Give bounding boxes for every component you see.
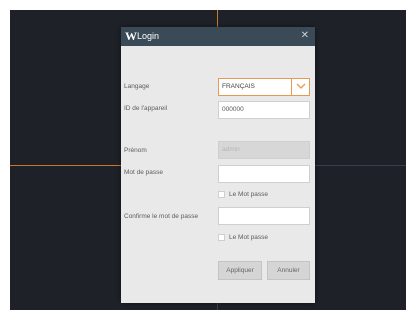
cancel-button[interactable]: Annuler (267, 261, 310, 280)
language-select-value: FRANÇAIS (222, 83, 255, 90)
logo-icon: W (125, 29, 137, 43)
password-label: Mot de passe (124, 169, 164, 176)
apply-button[interactable]: Appliquer (218, 261, 262, 280)
language-label: Langage (124, 83, 150, 90)
show-confirm-checkbox[interactable] (218, 234, 225, 241)
language-dropdown-button[interactable] (291, 79, 309, 95)
grid-divider-horizontal-highlight (10, 165, 122, 166)
show-confirm-label: Le Mot passe (229, 234, 269, 241)
confirm-password-label: Confirme le mot de passe (124, 213, 199, 220)
device-id-field[interactable]: 000000 (218, 101, 310, 119)
dialog-titlebar: W Login ✕ (121, 27, 315, 46)
dialog-title: Login (137, 31, 160, 41)
password-field[interactable] (218, 165, 310, 183)
first-name-field: admin (218, 141, 310, 159)
device-id-label: ID de l'appareil (124, 105, 168, 112)
close-icon[interactable]: ✕ (301, 30, 309, 42)
show-password-checkbox[interactable] (218, 191, 225, 198)
show-password-label: Le Mot passe (229, 191, 269, 198)
login-dialog: W Login ✕ Langage FRANÇAIS ID de l'appar… (121, 27, 315, 303)
confirm-password-field[interactable] (218, 207, 310, 225)
chevron-down-icon (296, 83, 306, 89)
language-select[interactable]: FRANÇAIS (218, 78, 310, 96)
first-name-label: Prénom (124, 147, 147, 154)
